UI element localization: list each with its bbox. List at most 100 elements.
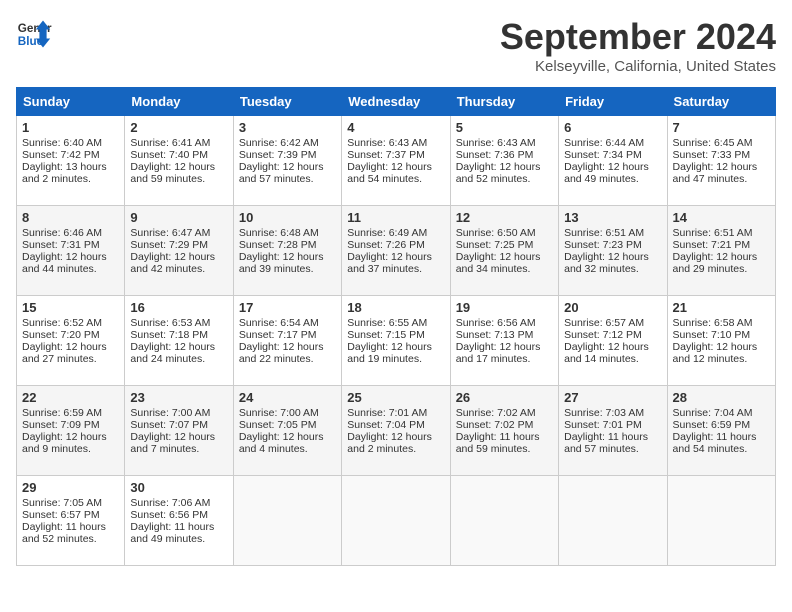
- day-number: 18: [347, 300, 444, 315]
- sunset-text: Sunset: 7:29 PM: [130, 239, 227, 251]
- sunset-text: Sunset: 7:37 PM: [347, 149, 444, 161]
- day-number: 9: [130, 210, 227, 225]
- col-saturday: Saturday: [667, 88, 775, 116]
- day-number: 21: [673, 300, 770, 315]
- sunrise-text: Sunrise: 6:42 AM: [239, 137, 336, 149]
- sunrise-text: Sunrise: 6:51 AM: [564, 227, 661, 239]
- daylight-text: Daylight: 12 hours and 7 minutes.: [130, 431, 227, 455]
- daylight-text: Daylight: 12 hours and 49 minutes.: [564, 161, 661, 185]
- daylight-text: Daylight: 12 hours and 12 minutes.: [673, 341, 770, 365]
- day-number: 27: [564, 390, 661, 405]
- daylight-text: Daylight: 12 hours and 47 minutes.: [673, 161, 770, 185]
- daylight-text: Daylight: 12 hours and 29 minutes.: [673, 251, 770, 275]
- table-row: 10Sunrise: 6:48 AMSunset: 7:28 PMDayligh…: [233, 206, 341, 296]
- sunset-text: Sunset: 6:59 PM: [673, 419, 770, 431]
- sunrise-text: Sunrise: 6:50 AM: [456, 227, 553, 239]
- col-thursday: Thursday: [450, 88, 558, 116]
- sunrise-text: Sunrise: 6:40 AM: [22, 137, 119, 149]
- sunset-text: Sunset: 7:05 PM: [239, 419, 336, 431]
- daylight-text: Daylight: 11 hours and 54 minutes.: [673, 431, 770, 455]
- day-number: 29: [22, 480, 119, 495]
- sunset-text: Sunset: 7:39 PM: [239, 149, 336, 161]
- sunrise-text: Sunrise: 6:53 AM: [130, 317, 227, 329]
- daylight-text: Daylight: 12 hours and 32 minutes.: [564, 251, 661, 275]
- sunset-text: Sunset: 7:33 PM: [673, 149, 770, 161]
- sunset-text: Sunset: 7:17 PM: [239, 329, 336, 341]
- sunrise-text: Sunrise: 7:01 AM: [347, 407, 444, 419]
- day-number: 2: [130, 120, 227, 135]
- sunrise-text: Sunrise: 7:04 AM: [673, 407, 770, 419]
- day-number: 8: [22, 210, 119, 225]
- sunset-text: Sunset: 7:40 PM: [130, 149, 227, 161]
- table-row: 23Sunrise: 7:00 AMSunset: 7:07 PMDayligh…: [125, 386, 233, 476]
- sunrise-text: Sunrise: 7:00 AM: [130, 407, 227, 419]
- daylight-text: Daylight: 11 hours and 52 minutes.: [22, 521, 119, 545]
- sunrise-text: Sunrise: 6:54 AM: [239, 317, 336, 329]
- daylight-text: Daylight: 12 hours and 39 minutes.: [239, 251, 336, 275]
- table-row: 22 Sunrise: 6:59 AMSunset: 7:09 PMDayligh…: [17, 386, 125, 476]
- sunrise-text: Sunrise: 6:51 AM: [673, 227, 770, 239]
- day-number: 15: [22, 300, 119, 315]
- sunset-text: Sunset: 7:31 PM: [22, 239, 119, 251]
- sunrise-text: Sunrise: 6:57 AM: [564, 317, 661, 329]
- table-row: [450, 476, 558, 566]
- sunrise-text: Sunrise: 6:44 AM: [564, 137, 661, 149]
- day-number: 22: [22, 390, 119, 405]
- table-row: 15Sunrise: 6:52 AMSunset: 7:20 PMDayligh…: [17, 296, 125, 386]
- daylight-text: Daylight: 12 hours and 54 minutes.: [347, 161, 444, 185]
- sunset-text: Sunset: 7:18 PM: [130, 329, 227, 341]
- sunrise-text: Sunrise: 6:59 AM: [22, 407, 119, 419]
- day-number: 20: [564, 300, 661, 315]
- daylight-text: Daylight: 12 hours and 57 minutes.: [239, 161, 336, 185]
- table-row: [342, 476, 450, 566]
- daylight-text: Daylight: 12 hours and 9 minutes.: [22, 431, 119, 455]
- sunset-text: Sunset: 7:15 PM: [347, 329, 444, 341]
- sunrise-text: Sunrise: 6:47 AM: [130, 227, 227, 239]
- day-number: 24: [239, 390, 336, 405]
- sunset-text: Sunset: 7:34 PM: [564, 149, 661, 161]
- table-row: 17Sunrise: 6:54 AMSunset: 7:17 PMDayligh…: [233, 296, 341, 386]
- sunrise-text: Sunrise: 6:46 AM: [22, 227, 119, 239]
- sunrise-text: Sunrise: 6:52 AM: [22, 317, 119, 329]
- sunset-text: Sunset: 7:21 PM: [673, 239, 770, 251]
- table-row: 12Sunrise: 6:50 AMSunset: 7:25 PMDayligh…: [450, 206, 558, 296]
- day-number: 30: [130, 480, 227, 495]
- calendar-table: Sunday Monday Tuesday Wednesday Thursday…: [16, 87, 776, 566]
- daylight-text: Daylight: 11 hours and 49 minutes.: [130, 521, 227, 545]
- table-row: 30Sunrise: 7:06 AMSunset: 6:56 PMDayligh…: [125, 476, 233, 566]
- day-number: 6: [564, 120, 661, 135]
- daylight-text: Daylight: 12 hours and 27 minutes.: [22, 341, 119, 365]
- table-row: 5Sunrise: 6:43 AMSunset: 7:36 PMDaylight…: [450, 116, 558, 206]
- daylight-text: Daylight: 12 hours and 17 minutes.: [456, 341, 553, 365]
- col-tuesday: Tuesday: [233, 88, 341, 116]
- table-row: 20Sunrise: 6:57 AMSunset: 7:12 PMDayligh…: [559, 296, 667, 386]
- sunrise-text: Sunrise: 6:41 AM: [130, 137, 227, 149]
- daylight-text: Daylight: 12 hours and 19 minutes.: [347, 341, 444, 365]
- daylight-text: Daylight: 12 hours and 52 minutes.: [456, 161, 553, 185]
- day-number: 11: [347, 210, 444, 225]
- col-friday: Friday: [559, 88, 667, 116]
- sunset-text: Sunset: 7:12 PM: [564, 329, 661, 341]
- table-row: 13Sunrise: 6:51 AMSunset: 7:23 PMDayligh…: [559, 206, 667, 296]
- sunrise-text: Sunrise: 6:55 AM: [347, 317, 444, 329]
- table-row: [233, 476, 341, 566]
- table-row: 19Sunrise: 6:56 AMSunset: 7:13 PMDayligh…: [450, 296, 558, 386]
- day-number: 26: [456, 390, 553, 405]
- sunset-text: Sunset: 7:23 PM: [564, 239, 661, 251]
- logo-icon: General Blue: [16, 16, 52, 52]
- day-number: 12: [456, 210, 553, 225]
- sunrise-text: Sunrise: 6:56 AM: [456, 317, 553, 329]
- sunset-text: Sunset: 7:04 PM: [347, 419, 444, 431]
- sunset-text: Sunset: 6:56 PM: [130, 509, 227, 521]
- sunrise-text: Sunrise: 6:58 AM: [673, 317, 770, 329]
- col-monday: Monday: [125, 88, 233, 116]
- sunrise-text: Sunrise: 7:05 AM: [22, 497, 119, 509]
- day-number: 4: [347, 120, 444, 135]
- table-row: 6 Sunrise: 6:44 AMSunset: 7:34 PMDaylight…: [559, 116, 667, 206]
- table-row: 28Sunrise: 7:04 AMSunset: 6:59 PMDayligh…: [667, 386, 775, 476]
- sunset-text: Sunset: 7:09 PM: [22, 419, 119, 431]
- sunset-text: Sunset: 7:42 PM: [22, 149, 119, 161]
- sunset-text: Sunset: 7:07 PM: [130, 419, 227, 431]
- day-number: 19: [456, 300, 553, 315]
- title-block: September 2024 Kelseyville, California, …: [500, 16, 776, 75]
